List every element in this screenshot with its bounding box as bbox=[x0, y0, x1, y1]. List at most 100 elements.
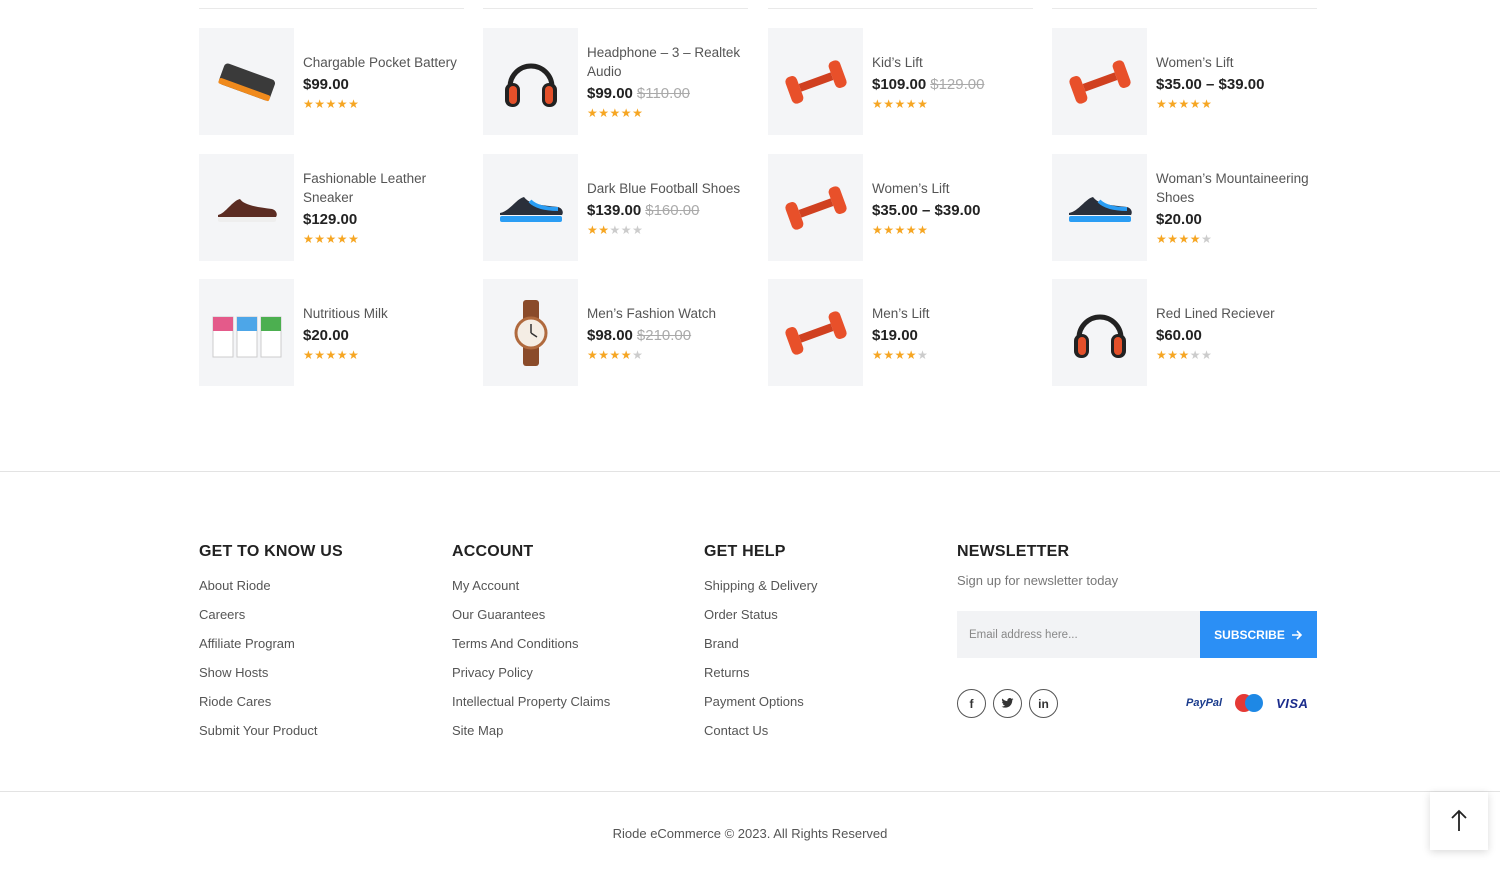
footer-col-account: ACCOUNT My Account Our Guarantees Terms … bbox=[452, 543, 610, 745]
footer-link-submit-product[interactable]: Submit Your Product bbox=[199, 716, 343, 745]
product-image[interactable] bbox=[1052, 28, 1147, 135]
twitter-icon[interactable] bbox=[993, 689, 1022, 718]
product-image[interactable] bbox=[1052, 279, 1147, 386]
arrow-up-icon bbox=[1451, 809, 1467, 831]
product-image[interactable] bbox=[768, 154, 863, 261]
product-price: $98.00 $210.00 bbox=[587, 327, 747, 344]
product-name[interactable]: Fashionable Leather Sneaker bbox=[303, 169, 463, 207]
footer-top-divider bbox=[0, 471, 1500, 472]
product-name[interactable]: Nutritious Milk bbox=[303, 304, 463, 323]
star-icon: ★ bbox=[336, 232, 349, 246]
product-image[interactable] bbox=[1052, 154, 1147, 261]
footer-link-privacy[interactable]: Privacy Policy bbox=[452, 658, 610, 687]
product-info: Headphone – 3 – Realtek Audio $99.00 $110.… bbox=[587, 28, 747, 135]
product-info: Red Lined Reciever $60.00 ★★★★★ bbox=[1156, 279, 1316, 386]
star-icon: ★ bbox=[314, 96, 326, 111]
product-image[interactable] bbox=[483, 154, 578, 261]
product-card[interactable]: Dark Blue Football Shoes $139.00 $160.00 ★★… bbox=[483, 154, 748, 261]
star-icon: ★ bbox=[609, 106, 621, 120]
current-price: $20.00 bbox=[1156, 211, 1202, 228]
product-image[interactable] bbox=[483, 279, 578, 386]
footer-link-careers[interactable]: Careers bbox=[199, 600, 343, 629]
product-image[interactable] bbox=[768, 279, 863, 386]
product-info: Nutritious Milk $20.00 ★★★★★ bbox=[303, 279, 463, 386]
arrow-right-icon bbox=[1291, 629, 1302, 640]
back-to-top-button[interactable] bbox=[1430, 792, 1488, 850]
facebook-icon[interactable]: f bbox=[957, 689, 986, 718]
product-name[interactable]: Women’s Lift bbox=[872, 179, 1032, 198]
footer-link-affiliate[interactable]: Affiliate Program bbox=[199, 629, 343, 658]
footer-link-terms[interactable]: Terms And Conditions bbox=[452, 629, 610, 658]
product-name[interactable]: Headphone – 3 – Realtek Audio bbox=[587, 43, 747, 81]
newsletter-email-input[interactable] bbox=[957, 611, 1200, 658]
dumbbell-image bbox=[784, 185, 847, 230]
product-card[interactable]: Women’s Lift $35.00 – $39.00 ★★★★★ bbox=[1052, 28, 1317, 135]
product-name[interactable]: Women’s Lift bbox=[1156, 53, 1316, 72]
product-price: $20.00 bbox=[303, 327, 463, 344]
star-icon: ★ bbox=[598, 347, 610, 362]
star-icon: ★ bbox=[303, 96, 315, 111]
battery-pack-image bbox=[217, 63, 275, 101]
current-price: $98.00 bbox=[587, 326, 633, 344]
footer-link-riode-cares[interactable]: Riode Cares bbox=[199, 687, 343, 716]
footer-link-contact[interactable]: Contact Us bbox=[704, 716, 817, 745]
star-icon: ★ bbox=[1178, 347, 1190, 362]
star-icon: ★ bbox=[1156, 96, 1168, 111]
product-image[interactable] bbox=[199, 28, 294, 135]
product-image[interactable] bbox=[483, 28, 578, 135]
product-name[interactable]: Dark Blue Football Shoes bbox=[587, 179, 747, 198]
copyright-divider bbox=[0, 791, 1500, 792]
star-icon: ★ bbox=[905, 347, 918, 362]
footer-link-about[interactable]: About Riode bbox=[199, 571, 343, 600]
product-name[interactable]: Men’s Lift bbox=[872, 304, 1032, 323]
product-name[interactable]: Chargable Pocket Battery bbox=[303, 53, 463, 72]
product-card[interactable]: Women’s Lift $35.00 – $39.00 ★★★★★ bbox=[768, 154, 1033, 261]
visa-icon: VISA bbox=[1276, 695, 1309, 711]
footer-link-returns[interactable]: Returns bbox=[704, 658, 817, 687]
footer-col-get-help: GET HELP Shipping & Delivery Order Statu… bbox=[704, 543, 817, 745]
product-image[interactable] bbox=[768, 28, 863, 135]
product-card[interactable]: Nutritious Milk $20.00 ★★★★★ bbox=[199, 279, 464, 386]
footer-link-shipping[interactable]: Shipping & Delivery bbox=[704, 571, 817, 600]
linkedin-icon[interactable]: in bbox=[1029, 689, 1058, 718]
product-name[interactable]: Men’s Fashion Watch bbox=[587, 304, 747, 323]
product-image[interactable] bbox=[199, 154, 294, 261]
footer-link-ip-claims[interactable]: Intellectual Property Claims bbox=[452, 687, 610, 716]
star-icon: ★ bbox=[1178, 96, 1190, 111]
social-links: f in bbox=[957, 689, 1058, 718]
star-icon: ★ bbox=[894, 347, 906, 362]
product-name[interactable]: Kid’s Lift bbox=[872, 53, 1032, 72]
shoe-image bbox=[1068, 196, 1132, 222]
product-image[interactable] bbox=[199, 279, 294, 386]
dumbbell-image bbox=[784, 310, 847, 355]
star-icon: ★ bbox=[314, 347, 326, 362]
footer-col-newsletter: NEWSLETTER Sign up for newsletter today bbox=[957, 543, 1118, 588]
product-card[interactable]: Men’s Fashion Watch $98.00 $210.00 ★★★★★ bbox=[483, 279, 748, 386]
subscribe-button[interactable]: SUBSCRIBE bbox=[1200, 611, 1317, 658]
product-card[interactable]: Woman’s Mountaineering Shoes $20.00 ★★★★★ bbox=[1052, 154, 1317, 261]
product-card[interactable]: Men’s Lift $19.00 ★★★★★ bbox=[768, 279, 1033, 386]
column-divider bbox=[1052, 8, 1317, 9]
product-card[interactable]: Headphone – 3 – Realtek Audio $99.00 $110.… bbox=[483, 28, 748, 135]
star-icon: ★ bbox=[598, 106, 610, 120]
star-icon: ★ bbox=[1189, 96, 1202, 111]
footer-link-show-hosts[interactable]: Show Hosts bbox=[199, 658, 343, 687]
star-icon: ★ bbox=[348, 96, 360, 111]
product-card[interactable]: Red Lined Reciever $60.00 ★★★★★ bbox=[1052, 279, 1317, 386]
product-card[interactable]: Fashionable Leather Sneaker $129.00 ★★★★★ bbox=[199, 154, 464, 261]
footer-link-brand[interactable]: Brand bbox=[704, 629, 817, 658]
footer-link-order-status[interactable]: Order Status bbox=[704, 600, 817, 629]
footer-link-payment-options[interactable]: Payment Options bbox=[704, 687, 817, 716]
product-name[interactable]: Woman’s Mountaineering Shoes bbox=[1156, 169, 1316, 207]
footer-heading: ACCOUNT bbox=[452, 543, 534, 560]
product-info: Fashionable Leather Sneaker $129.00 ★★★★★ bbox=[303, 154, 463, 261]
product-card[interactable]: Kid’s Lift $109.00 $129.00 ★★★★★ bbox=[768, 28, 1033, 135]
footer-link-guarantees[interactable]: Our Guarantees bbox=[452, 600, 610, 629]
footer-link-site-map[interactable]: Site Map bbox=[452, 716, 610, 745]
star-icon: ★ bbox=[348, 347, 360, 362]
subscribe-label: SUBSCRIBE bbox=[1214, 627, 1285, 642]
product-price: $20.00 bbox=[1156, 211, 1316, 228]
footer-link-my-account[interactable]: My Account bbox=[452, 571, 610, 600]
product-name[interactable]: Red Lined Reciever bbox=[1156, 304, 1316, 323]
product-card[interactable]: Chargable Pocket Battery $99.00 ★★★★★ bbox=[199, 28, 464, 135]
